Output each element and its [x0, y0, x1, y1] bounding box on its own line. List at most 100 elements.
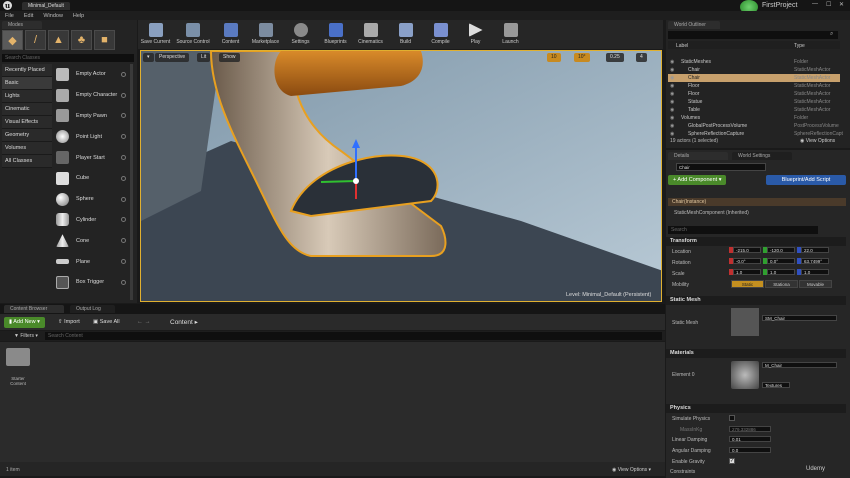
visibility-eye-icon[interactable]: ◉ [670, 114, 674, 122]
visibility-eye-icon[interactable]: ◉ [670, 58, 674, 66]
tab-world-settings[interactable]: World Settings [732, 152, 792, 160]
tab-content-browser[interactable]: Content Browser [4, 305, 64, 313]
source-control-button[interactable]: Source Control [173, 20, 213, 49]
maximize-icon[interactable]: ☐ [826, 1, 831, 8]
add-new-button[interactable]: ▮ Add New ▾ [4, 317, 45, 328]
breadcrumb[interactable]: Content ▸ [170, 318, 198, 326]
paint-mode-icon[interactable]: / [25, 30, 46, 50]
gizmo-y-axis[interactable] [320, 180, 357, 183]
menu-help[interactable]: Help [73, 13, 84, 19]
category-visual-effects[interactable]: Visual Effects [2, 116, 52, 129]
simulate-physics-checkbox[interactable] [729, 415, 735, 421]
tab-world-outliner[interactable]: World Outliner [668, 21, 720, 29]
foliage-mode-icon[interactable]: ♣ [71, 30, 92, 50]
outliner-row[interactable]: ◉ Volumes Folder [668, 114, 840, 122]
location-field[interactable]: -215.0 [733, 247, 761, 253]
rotation-field[interactable]: 63.7499° [801, 258, 829, 264]
scale-snap-button[interactable]: 0.25 [606, 53, 624, 62]
mass-field[interactable]: 279.332886 [729, 426, 771, 432]
list-item[interactable]: Empty Pawn [53, 106, 129, 127]
modes-tab[interactable]: Modes [2, 21, 42, 29]
place-mode-icon[interactable]: ◆ [2, 30, 23, 50]
list-item[interactable]: Plane [53, 251, 129, 272]
list-item[interactable]: Cube [53, 168, 129, 189]
rotation-field[interactable]: 0.0° [767, 258, 795, 264]
show-button[interactable]: Show [219, 53, 240, 62]
visibility-eye-icon[interactable]: ◉ [670, 66, 674, 74]
outliner-row[interactable]: ◉ GlobalPostProcessVolume PostProcessVolum… [668, 122, 840, 130]
category-all-classes[interactable]: All Classes [2, 155, 52, 168]
close-icon[interactable]: ✕ [839, 1, 844, 8]
actor-name-field[interactable]: Chair [676, 163, 766, 171]
launch-button[interactable]: Launch [493, 20, 528, 49]
menu-window[interactable]: Window [43, 13, 63, 19]
category-volumes[interactable]: Volumes [2, 142, 52, 155]
outliner-view-options[interactable]: ◉ View Options [800, 138, 835, 144]
scale-field[interactable]: 1.0 [733, 269, 761, 275]
section-transform[interactable]: Transform [666, 237, 846, 246]
outliner-row[interactable]: ◉ Floor StaticMeshActor [668, 90, 840, 98]
save-current-button[interactable]: Save Current [138, 20, 173, 49]
category-geometry[interactable]: Geometry [2, 129, 52, 142]
outliner-row[interactable]: ◉ Chair StaticMeshActor [668, 66, 840, 74]
material-thumbnail-icon[interactable] [731, 361, 759, 389]
menu-file[interactable]: File [5, 13, 14, 19]
scale-field[interactable]: 1.0 [801, 269, 829, 275]
material-select[interactable]: M_Chair [762, 362, 837, 368]
category-recently-placed[interactable]: Recently Placed [2, 64, 52, 77]
outliner-search-input[interactable] [668, 31, 838, 39]
list-item[interactable]: Cylinder [53, 210, 129, 231]
static-mesh-select[interactable]: SM_Chair [762, 315, 837, 321]
chair-thumbnail-icon[interactable] [731, 308, 759, 336]
level-tab[interactable]: Minimal_Default [22, 2, 70, 10]
blueprint-add-script-button[interactable]: Blueprint/Add Script [766, 175, 846, 185]
build-button[interactable]: Build [388, 20, 423, 49]
outliner-row[interactable]: ◉ StaticMeshes Folder [668, 58, 840, 66]
list-item[interactable]: Player Start [53, 147, 129, 168]
textures-dropdown[interactable]: Textures [762, 382, 790, 388]
location-field[interactable]: 22.0 [801, 247, 829, 253]
blueprints-button[interactable]: Blueprints [318, 20, 353, 49]
viewport-options-button[interactable]: ▾ [143, 53, 154, 62]
level-viewport[interactable] [140, 50, 662, 302]
add-component-button[interactable]: + Add Component ▾ [668, 175, 727, 185]
list-item[interactable]: Cone [53, 230, 129, 251]
visibility-eye-icon[interactable]: ◉ [670, 82, 674, 90]
category-lights[interactable]: Lights [2, 90, 52, 103]
instance-row[interactable]: Chair(Instance) [668, 198, 846, 206]
play-button[interactable]: Play [458, 20, 493, 49]
visibility-eye-icon[interactable]: ◉ [670, 130, 674, 138]
angular-damping-field[interactable]: 0.0 [729, 447, 771, 453]
outliner-row[interactable]: ◉ Floor StaticMeshActor [668, 82, 840, 90]
view-options-button[interactable]: ◉ View Options ▾ [612, 467, 651, 473]
mobility-stationary[interactable]: Stationa [765, 280, 798, 288]
outliner-row[interactable]: ◉ Statue StaticMeshActor [668, 98, 840, 106]
rotation-snap-button[interactable]: 10° [574, 53, 590, 62]
visibility-eye-icon[interactable]: ◉ [670, 98, 674, 106]
tab-output-log[interactable]: Output Log [70, 305, 115, 313]
visibility-eye-icon[interactable]: ◉ [670, 90, 674, 98]
category-basic[interactable]: Basic [2, 77, 52, 90]
list-item[interactable]: Sphere [53, 189, 129, 210]
settings-button[interactable]: Settings [283, 20, 318, 49]
outliner-row[interactable]: ◉ Chair StaticMeshActor [668, 74, 840, 82]
visibility-eye-icon[interactable]: ◉ [670, 122, 674, 130]
filters-button[interactable]: ▼ Filters ▾ [14, 333, 38, 339]
folder-icon[interactable] [6, 348, 30, 366]
grid-snap-button[interactable]: 10 [547, 53, 561, 62]
mobility-movable[interactable]: Movable [799, 280, 832, 288]
list-item[interactable]: Point Light [53, 126, 129, 147]
modes-scrollbar[interactable] [130, 64, 133, 300]
lit-button[interactable]: Lit [197, 53, 211, 62]
section-physics[interactable]: Physics [666, 404, 846, 413]
tab-details[interactable]: Details [668, 152, 728, 160]
section-materials[interactable]: Materials [666, 349, 846, 358]
section-static-mesh[interactable]: Static Mesh [666, 296, 846, 305]
save-all-button[interactable]: ▣ Save All [93, 319, 120, 325]
minimize-icon[interactable]: — [812, 1, 818, 7]
nav-back-forward[interactable]: ← → [137, 319, 151, 325]
geometry-mode-icon[interactable]: ■ [94, 30, 115, 50]
mobility-static[interactable]: Static [731, 280, 764, 288]
search-content-input[interactable]: Search Content [45, 332, 662, 340]
content-button[interactable]: Content [213, 20, 248, 49]
